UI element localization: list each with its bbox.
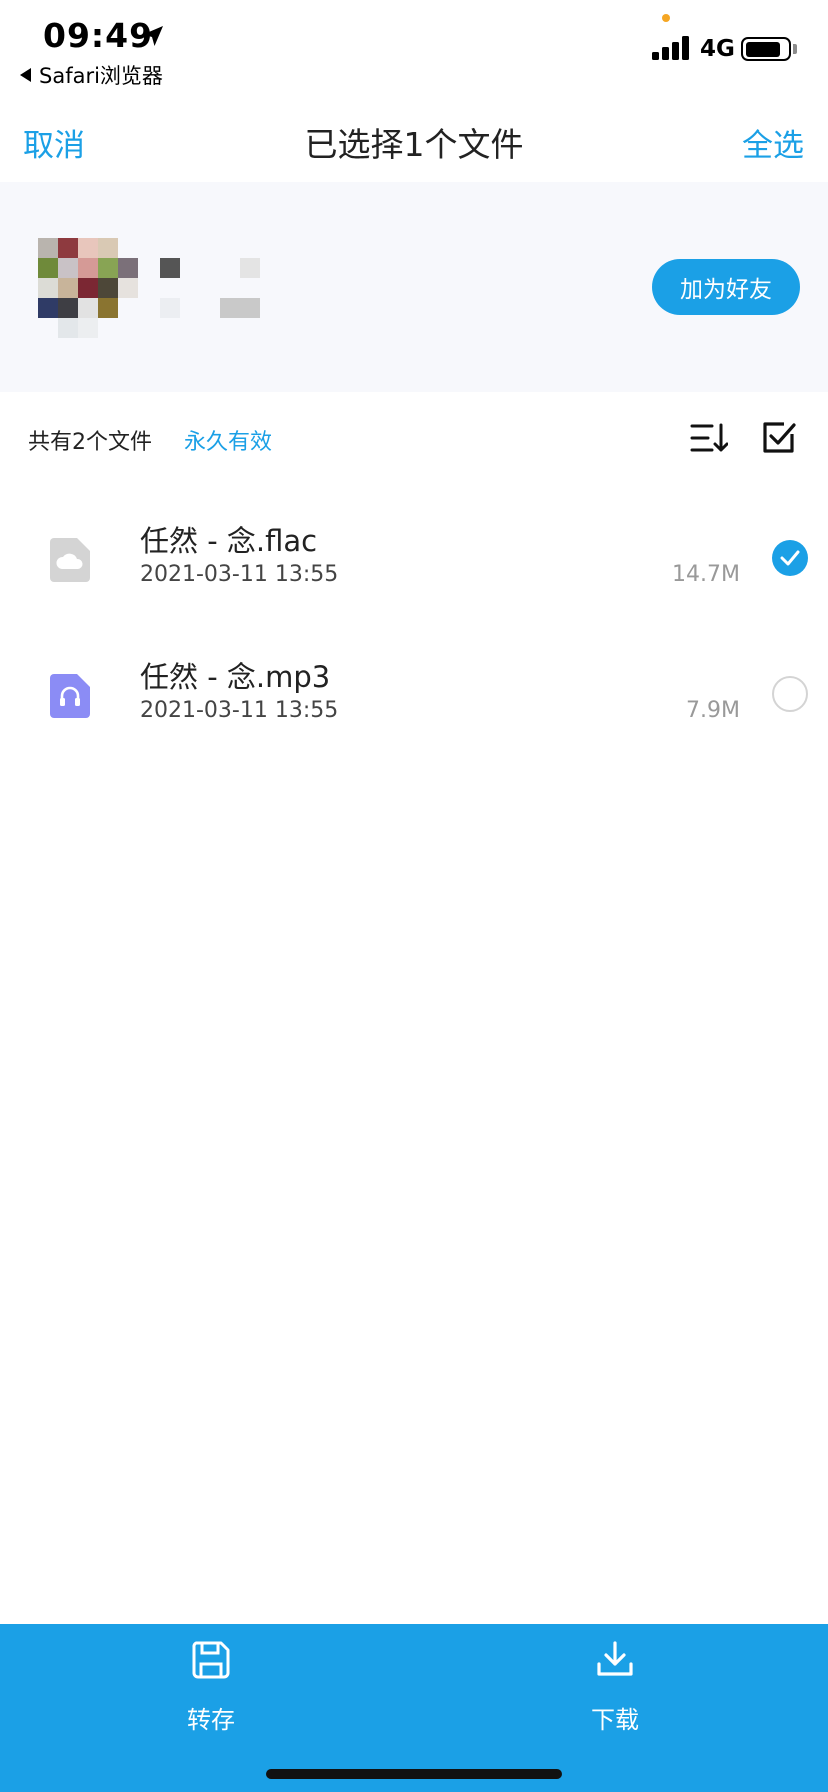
battery-level [745,41,781,57]
sort-icon[interactable] [690,422,728,454]
nav-bar: 已选择1个文件 取消 全选 [0,96,828,184]
save-label: 转存 [187,1706,235,1734]
file-name: 任然 - 念.mp3 [140,660,331,694]
status-time: 09:49 [43,16,154,55]
cancel-button[interactable]: 取消 [23,120,85,165]
multi-select-icon[interactable] [762,420,796,454]
download-icon [597,1641,633,1676]
status-bar: 09:49 Safari浏览器 4G [0,0,828,96]
battery-icon [741,37,791,61]
save-disk-icon [192,1641,230,1679]
download-label: 下载 [591,1706,639,1734]
network-type: 4G [700,36,735,62]
home-indicator[interactable] [266,1769,562,1779]
cloud-file-icon [50,538,90,582]
battery-cap [793,44,797,54]
back-triangle-icon [20,68,31,82]
file-info-row: 共有2个文件 永久有效 [0,392,828,482]
privacy-indicator-dot [662,14,670,22]
validity-text: 永久有效 [184,430,273,455]
file-size: 14.7M [672,562,740,587]
checkmark-icon [780,550,800,566]
file-name: 任然 - 念.flac [140,524,318,558]
page-title: 已选择1个文件 [304,125,524,164]
back-to-app-link[interactable]: Safari浏览器 [20,60,163,90]
download-button[interactable]: 下载 [545,1640,685,1740]
file-count-text: 共有2个文件 [28,430,152,455]
location-arrow-icon [143,26,163,46]
add-friend-button[interactable]: 加为好友 [652,259,800,315]
select-all-button[interactable]: 全选 [742,120,804,165]
signal-strength-icon [652,36,692,60]
share-file-page: 09:49 Safari浏览器 4G 已选择1个文件 取消 全选 加为好友 共有… [0,0,828,1792]
file-date: 2021-03-11 13:55 [140,562,339,587]
audio-file-icon [50,674,90,718]
file-row[interactable]: 任然 - 念.mp3 2021-03-11 13:55 7.9M [0,626,828,762]
file-select-checkbox-unchecked[interactable] [772,676,808,712]
file-date: 2021-03-11 13:55 [140,698,339,723]
back-app-label: Safari浏览器 [39,64,163,88]
file-size: 7.9M [686,698,740,723]
bottom-action-bar: 转存 下载 [0,1624,828,1792]
sharer-avatar[interactable] [38,238,138,338]
sharer-section: 加为好友 [0,182,828,392]
file-row[interactable]: 任然 - 念.flac 2021-03-11 13:55 14.7M [0,490,828,626]
file-select-checkbox-checked[interactable] [772,540,808,576]
save-to-drive-button[interactable]: 转存 [141,1640,281,1740]
sharer-name-pixelated [160,258,270,328]
